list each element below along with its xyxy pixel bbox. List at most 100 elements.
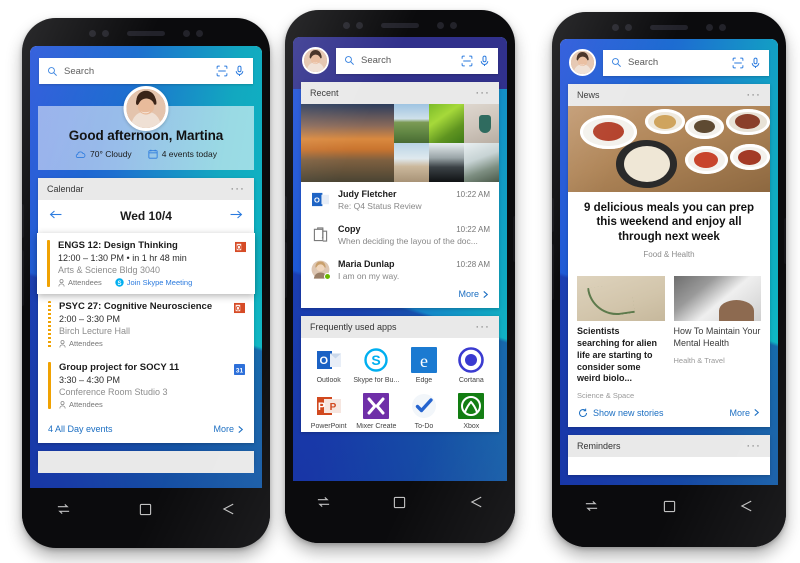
microphone-icon[interactable] [479, 55, 490, 67]
recent-more-link[interactable]: More [458, 289, 489, 299]
news-story-2[interactable]: How To Maintain Your Mental Health Healt… [673, 276, 761, 399]
search-bar[interactable]: Search [336, 47, 498, 74]
microphone-icon[interactable] [750, 57, 761, 69]
event-location: Birch Lecture Hall [59, 326, 131, 336]
app-xbox[interactable]: Xbox [448, 393, 495, 430]
phone2-content[interactable]: Search Recent ··· O Judy Fletcher 10:22 … [293, 37, 507, 501]
refresh-icon [579, 408, 588, 417]
camera-scan-icon[interactable] [732, 57, 744, 69]
search-input[interactable]: Search [361, 55, 455, 66]
photo-satellite-river[interactable] [577, 276, 665, 322]
back-button[interactable] [465, 493, 489, 511]
camera-scan-icon[interactable] [461, 55, 473, 67]
photo-snow-trees[interactable] [464, 143, 499, 182]
events-chip[interactable]: 4 events today [148, 149, 217, 159]
next-day-button[interactable] [229, 207, 243, 225]
calendar-overflow-button[interactable]: ··· [230, 184, 245, 195]
phone2-volume-down-button[interactable] [285, 242, 287, 298]
home-button[interactable] [388, 493, 412, 511]
avatar[interactable] [569, 49, 596, 76]
home-button[interactable] [134, 500, 158, 518]
calendar-event-2[interactable]: PSYC 27: Cognitive Neuroscience 2:00 – 3… [38, 294, 254, 355]
search-input[interactable]: Search [628, 57, 726, 68]
app-to-do[interactable]: To-Do [400, 393, 447, 430]
search-bar[interactable]: Search [39, 58, 253, 84]
photo-sunset-beach[interactable] [301, 104, 395, 182]
back-button[interactable] [217, 500, 241, 518]
calendar-event-1[interactable]: ENGS 12: Design Thinking 12:00 – 1:30 PM… [37, 233, 255, 294]
calendar-more-link[interactable]: More [213, 424, 244, 434]
app-mixer-create[interactable]: Mixer Create [352, 393, 400, 430]
recents-button[interactable] [311, 493, 335, 511]
show-new-stories-label: Show new stories [593, 407, 664, 418]
app-cortana[interactable]: Cortana [448, 347, 495, 384]
skype-icon: S [363, 347, 389, 373]
calendar-card: Calendar ··· Wed 10/4 ENGS 12: Design Th… [37, 178, 255, 443]
app-edge[interactable]: e Edge [400, 347, 447, 384]
search-bar[interactable]: Search [603, 49, 769, 76]
prev-day-button[interactable] [49, 207, 63, 225]
app-outlook[interactable]: O Outlook [305, 347, 352, 384]
phone1-volume-down-button[interactable] [22, 250, 24, 306]
news-story-1[interactable]: Scientists searching for alien life are … [577, 276, 665, 400]
recent-item-1[interactable]: O Judy Fletcher 10:22 AM Re: Q4 Status R… [301, 182, 499, 217]
svg-text:O: O [236, 306, 241, 312]
phone3-content[interactable]: Search News ··· 9 delicious meals you ca… [560, 39, 778, 505]
photo-coffee-cup[interactable] [464, 104, 499, 143]
phone1-navigation-bar [22, 488, 270, 540]
screenshot-stage: Search Good afternoon, Martina 70° Cloud… [0, 0, 800, 563]
event-attendees[interactable]: Attendees [59, 339, 103, 348]
avatar[interactable] [302, 47, 329, 74]
all-day-events-link[interactable]: 4 All Day events [48, 424, 113, 434]
phone3-volume-up-button[interactable] [552, 198, 554, 232]
photo-boat-shore[interactable] [394, 143, 430, 182]
show-new-stories-button[interactable]: Show new stories [578, 408, 664, 418]
news-more-link[interactable]: More [729, 408, 760, 418]
app-powerpoint[interactable]: PP PowerPoint [305, 393, 352, 430]
join-skype-meeting-link[interactable]: S Join Skype Meeting [115, 278, 192, 287]
recent-item-subtitle: I am on my way. [338, 271, 400, 281]
photo-green-field[interactable] [394, 104, 430, 143]
event-attendees[interactable]: Attendees [59, 400, 103, 409]
back-button[interactable] [735, 497, 759, 515]
weather-chip[interactable]: 70° Cloudy [75, 149, 132, 159]
chevron-right-icon [483, 290, 489, 298]
news-overflow-button[interactable]: ··· [746, 90, 761, 101]
recents-button[interactable] [579, 497, 603, 515]
bowl-3 [685, 114, 724, 139]
presence-available-icon [324, 273, 331, 280]
recent-overflow-button[interactable]: ··· [475, 88, 490, 99]
phone1-sensors [22, 30, 270, 37]
phone1-content[interactable]: Search Good afternoon, Martina 70° Cloud… [30, 46, 262, 504]
phone1-volume-up-button[interactable] [22, 204, 24, 238]
calendar-icon [148, 149, 158, 159]
attendees-label: Attendees [69, 339, 103, 348]
reminders-overflow-button[interactable]: ··· [746, 440, 761, 451]
calendar-event-3[interactable]: Group project for SOCY 11 3:30 – 4:30 PM… [38, 355, 254, 416]
news-story-category: Science & Space [577, 390, 635, 400]
home-button[interactable] [657, 497, 681, 515]
phone3-volume-down-button[interactable] [552, 244, 554, 300]
apps-overflow-button[interactable]: ··· [475, 322, 490, 333]
avatar[interactable] [123, 86, 169, 131]
photo-person-room[interactable] [673, 276, 761, 322]
recent-item-2[interactable]: Copy 10:22 AM When deciding the layou of… [301, 217, 499, 252]
phone2-power-button[interactable] [513, 216, 515, 262]
phone2-volume-up-button[interactable] [285, 196, 287, 230]
microphone-icon[interactable] [234, 65, 245, 77]
photo-storm-cloud[interactable] [429, 143, 465, 182]
event-accent-bar [48, 301, 51, 348]
news-hero-text[interactable]: 9 delicious meals you can prep this week… [568, 192, 770, 269]
photo-korean-meal-spread[interactable] [568, 106, 770, 192]
skype-icon: S [115, 278, 124, 287]
photo-aerial-forest[interactable] [429, 104, 465, 143]
event-attendees[interactable]: Attendees [58, 278, 102, 287]
outlook-icon: O [235, 240, 246, 287]
recent-item-3[interactable]: Maria Dunlap 10:28 AM I am on my way. [301, 252, 499, 287]
camera-scan-icon[interactable] [216, 65, 228, 77]
app-skype-for-business[interactable]: S Skype for Bu... [352, 347, 400, 384]
search-input[interactable]: Search [64, 66, 210, 77]
news-story-category: Health & Travel [673, 355, 725, 365]
phone3-power-button[interactable] [784, 218, 786, 264]
recents-button[interactable] [51, 500, 75, 518]
